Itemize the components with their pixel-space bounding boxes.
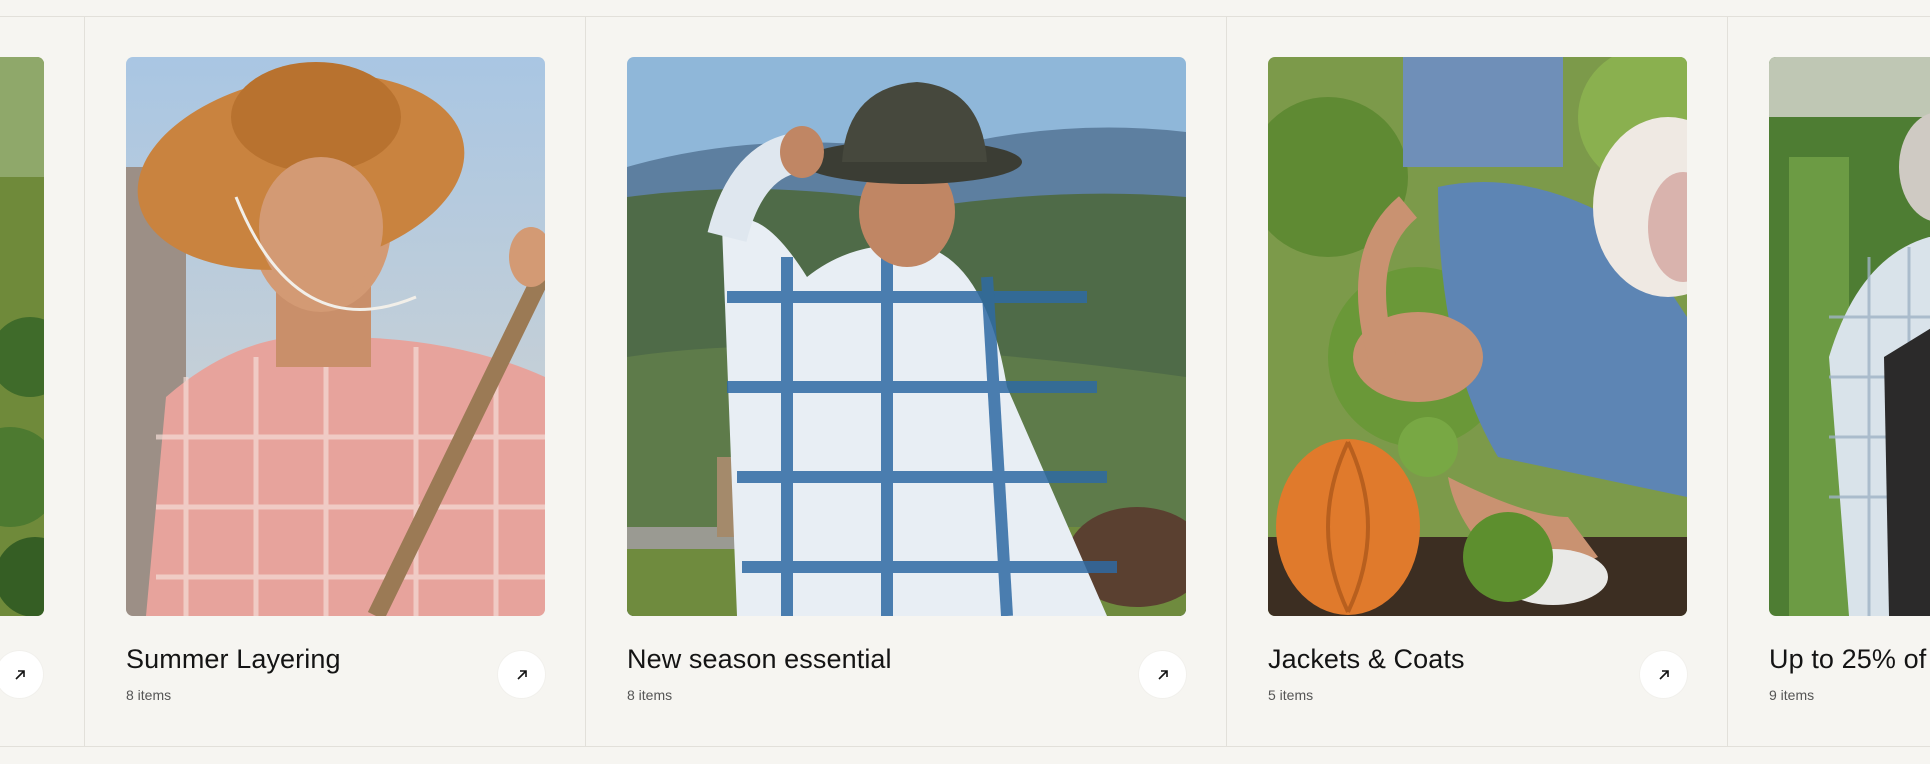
arrow-up-right-icon <box>14 669 25 680</box>
collection-card-up-to-25-off[interactable]: Up to 25% of 9 items <box>1728 17 1930 746</box>
collection-title[interactable]: Summer Layering <box>126 644 341 675</box>
collection-item-count: 8 items <box>627 687 673 703</box>
arrow-up-right-icon <box>516 669 527 680</box>
collection-card-new-season-essential[interactable]: New season essential 8 items <box>586 17 1227 746</box>
open-collection-button[interactable] <box>0 651 43 698</box>
collection-image[interactable] <box>0 57 44 616</box>
collection-card[interactable] <box>0 17 85 746</box>
collection-item-count: 8 items <box>126 687 172 703</box>
collection-image[interactable] <box>627 57 1186 616</box>
collection-item-count: 5 items <box>1268 687 1314 703</box>
collection-item-count: 9 items <box>1769 687 1815 703</box>
collection-image[interactable] <box>126 57 545 616</box>
collection-title[interactable]: Jackets & Coats <box>1268 644 1465 675</box>
arrow-up-right-icon <box>1658 669 1669 680</box>
collection-title[interactable]: New season essential <box>627 644 892 675</box>
arrow-up-right-icon <box>1157 669 1168 680</box>
collection-title[interactable]: Up to 25% of <box>1769 644 1926 675</box>
open-collection-button[interactable] <box>1139 651 1186 698</box>
collection-card-jackets-coats[interactable]: Jackets & Coats 5 items <box>1227 17 1728 746</box>
collections-carousel[interactable]: Summer Layering 8 items New season essen… <box>0 16 1930 747</box>
open-collection-button[interactable] <box>498 651 545 698</box>
collection-image[interactable] <box>1769 57 1930 616</box>
open-collection-button[interactable] <box>1640 651 1687 698</box>
collection-card-summer-layering[interactable]: Summer Layering 8 items <box>85 17 586 746</box>
collection-image[interactable] <box>1268 57 1687 616</box>
